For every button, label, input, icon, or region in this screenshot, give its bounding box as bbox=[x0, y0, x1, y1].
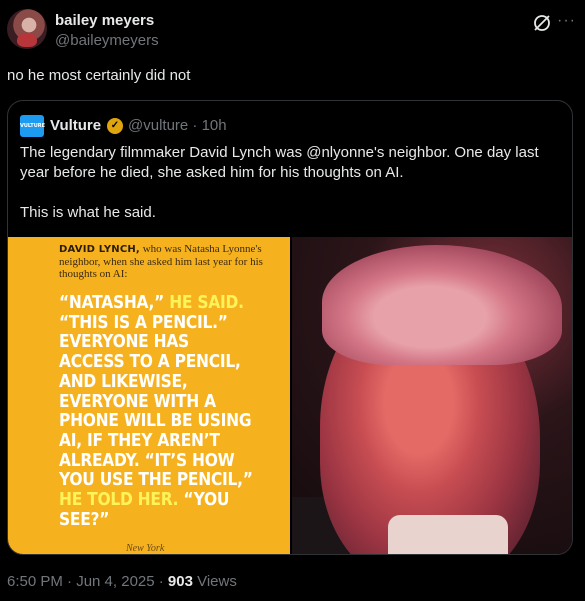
quoted-media[interactable]: DAVID LYNCH, who was Natasha Lyonne's ne… bbox=[8, 237, 572, 554]
portrait-hair bbox=[322, 245, 562, 365]
quote-card-image[interactable]: DAVID LYNCH, who was Natasha Lyonne's ne… bbox=[8, 237, 290, 554]
more-options-icon[interactable]: ··· bbox=[557, 11, 577, 31]
quoted-tweet[interactable]: VULTURE Vulture ✓ @vulture · 10h The leg… bbox=[7, 100, 573, 555]
quoted-author-name: Vulture bbox=[50, 117, 102, 134]
quoted-paragraph-2: This is what he said. bbox=[20, 204, 156, 221]
portrait-photo[interactable] bbox=[292, 237, 572, 554]
quote-card-signature: New York bbox=[126, 543, 165, 554]
tweet-meta: 6:50 PM · Jun 4, 2025 · 903 Views bbox=[7, 573, 237, 590]
quote-part: “NATASHA,” bbox=[59, 292, 170, 313]
quoted-text: The legendary filmmaker David Lynch was … bbox=[20, 143, 560, 243]
vulture-logo: VULTURE bbox=[20, 115, 45, 137]
timestamp[interactable]: 6:50 PM · Jun 4, 2025 · bbox=[7, 573, 168, 590]
views-count[interactable]: 903 bbox=[168, 573, 193, 590]
quoted-handle-time: @vulture · 10h bbox=[128, 117, 227, 134]
author-avatar[interactable] bbox=[7, 9, 47, 49]
grok-icon[interactable] bbox=[532, 13, 552, 33]
views-label: Views bbox=[192, 573, 237, 590]
tweet-text: no he most certainly did not bbox=[7, 67, 191, 84]
author-name[interactable]: bailey meyers bbox=[55, 12, 154, 29]
quote-part: “THIS IS A PENCIL.” EVERYONE HAS ACCESS … bbox=[59, 311, 253, 491]
author-handle[interactable]: @baileymeyers bbox=[55, 32, 159, 49]
quoted-paragraph-1: The legendary filmmaker David Lynch was … bbox=[20, 144, 539, 181]
quote-card-intro: DAVID LYNCH, who was Natasha Lyonne's ne… bbox=[59, 243, 279, 280]
portrait-shirt bbox=[388, 515, 508, 554]
quote-part-highlight: HE SAID. bbox=[169, 292, 244, 313]
quote-card-quote: “NATASHA,” HE SAID. “THIS IS A PENCIL.” … bbox=[59, 293, 257, 529]
verified-badge-icon: ✓ bbox=[107, 118, 123, 134]
quote-part-highlight: HE TOLD HER. bbox=[59, 489, 179, 511]
tweet-header: bailey meyers @baileymeyers ··· bbox=[7, 9, 578, 51]
quote-card-intro-name: DAVID LYNCH, bbox=[59, 244, 140, 255]
